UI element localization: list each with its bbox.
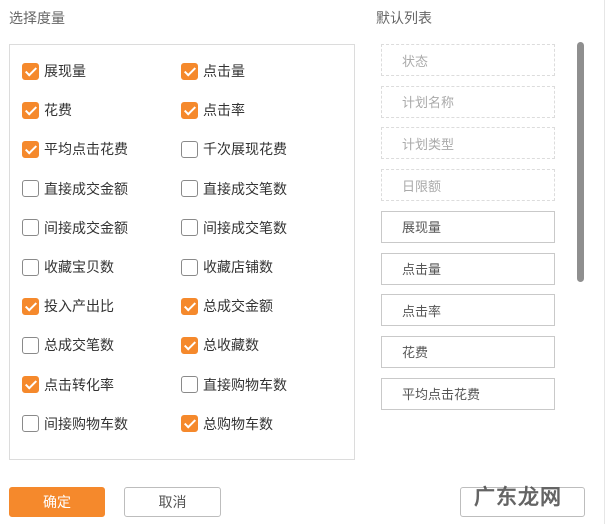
column-item[interactable]: 花费 <box>381 335 555 368</box>
column-item-fixed: 状态 <box>381 44 555 76</box>
metric-option[interactable]: 千次展现花费 <box>181 138 287 160</box>
checkbox-checked[interactable] <box>22 297 39 315</box>
checkbox-unchecked[interactable] <box>181 376 198 394</box>
checkbox-checked[interactable] <box>181 62 198 80</box>
metrics-panel: 展现量 点击量花费 点击率平均点击花费 千次展现花费直接成交金额 直接成交笔数间接成交金… <box>9 44 355 460</box>
checkbox-unchecked[interactable] <box>22 336 39 354</box>
checkbox-checked[interactable] <box>22 62 39 80</box>
checkbox-checked[interactable] <box>181 101 198 119</box>
metric-option[interactable]: 收藏宝贝数 <box>22 256 114 278</box>
checkbox-checked[interactable] <box>181 415 198 433</box>
panel-right-divider <box>604 0 605 524</box>
metric-label: 点击转化率 <box>44 377 114 394</box>
checkbox-checked[interactable] <box>181 336 198 354</box>
metric-label: 千次展现花费 <box>203 142 287 159</box>
metric-option[interactable]: 平均点击花费 <box>22 138 128 160</box>
column-item-fixed: 计划类型 <box>381 127 555 160</box>
metric-label: 花费 <box>44 103 72 120</box>
select-metrics-title: 选择度量 <box>9 11 65 27</box>
checkbox-checked[interactable] <box>22 101 39 119</box>
checkbox-checked[interactable] <box>22 376 39 394</box>
column-item[interactable]: 点击量 <box>381 252 555 285</box>
metric-label: 收藏店铺数 <box>203 260 273 276</box>
confirm-button[interactable]: 确定 <box>9 487 105 517</box>
metric-label: 总购物车数 <box>203 416 273 433</box>
metric-option[interactable]: 展现量 <box>22 60 86 82</box>
metric-option[interactable]: 收藏店铺数 <box>181 256 273 278</box>
checkbox-unchecked[interactable] <box>22 258 39 276</box>
metric-option[interactable]: 间接成交笔数 <box>181 217 287 239</box>
metric-option[interactable]: 投入产出比 <box>22 295 114 317</box>
metric-option[interactable]: 点击率 <box>181 99 245 121</box>
cancel-button[interactable]: 取消 <box>124 487 221 517</box>
metric-option[interactable]: 直接成交笔数 <box>181 178 287 200</box>
metric-option[interactable]: 间接购物车数 <box>22 413 128 435</box>
column-item[interactable]: 平均点击花费 <box>381 377 555 410</box>
column-item[interactable]: 展现量 <box>381 210 555 243</box>
metric-option[interactable]: 点击量 <box>181 60 245 82</box>
checkbox-unchecked[interactable] <box>22 180 39 198</box>
checkbox-unchecked[interactable] <box>22 219 39 237</box>
column-list-scrollbar[interactable] <box>577 42 584 282</box>
metric-label: 间接购物车数 <box>44 416 128 433</box>
metric-label: 总收藏数 <box>203 338 259 355</box>
watermark-logo: 广东龙网 <box>474 484 562 509</box>
checkbox-unchecked[interactable] <box>181 180 198 198</box>
metric-label: 总成交金额 <box>203 299 273 316</box>
metric-label: 直接成交笔数 <box>203 181 287 198</box>
metric-label: 展现量 <box>44 64 86 80</box>
metric-option[interactable]: 花费 <box>22 99 72 121</box>
checkbox-unchecked[interactable] <box>181 140 198 158</box>
metric-option[interactable]: 总成交金额 <box>181 295 273 317</box>
metric-option[interactable]: 点击转化率 <box>22 374 114 396</box>
metric-label: 总成交笔数 <box>44 338 114 355</box>
column-item-fixed: 计划名称 <box>381 85 555 118</box>
metric-option[interactable]: 总收藏数 <box>181 334 259 356</box>
checkbox-unchecked[interactable] <box>181 258 198 276</box>
metric-option[interactable]: 总成交笔数 <box>22 334 114 356</box>
metric-label: 点击率 <box>203 103 245 120</box>
metric-label: 点击量 <box>203 64 245 80</box>
metric-option[interactable]: 间接成交金额 <box>22 217 128 239</box>
column-item-fixed: 日限额 <box>381 169 555 202</box>
metric-label: 间接成交笔数 <box>203 220 287 237</box>
metric-label: 直接成交金额 <box>44 181 128 198</box>
metric-label: 间接成交金额 <box>44 220 128 237</box>
metric-label: 收藏宝贝数 <box>44 260 114 276</box>
metric-option[interactable]: 直接购物车数 <box>181 374 287 396</box>
checkbox-unchecked[interactable] <box>22 415 39 433</box>
metric-label: 平均点击花费 <box>44 142 128 159</box>
checkbox-checked[interactable] <box>22 140 39 158</box>
metric-label: 投入产出比 <box>44 299 114 316</box>
metric-label: 直接购物车数 <box>203 377 287 394</box>
column-item[interactable]: 点击率 <box>381 294 555 327</box>
metric-option[interactable]: 总购物车数 <box>181 413 273 435</box>
metric-option[interactable]: 直接成交金额 <box>22 178 128 200</box>
default-columns-title: 默认列表 <box>376 11 432 27</box>
checkbox-unchecked[interactable] <box>181 219 198 237</box>
checkbox-checked[interactable] <box>181 297 198 315</box>
